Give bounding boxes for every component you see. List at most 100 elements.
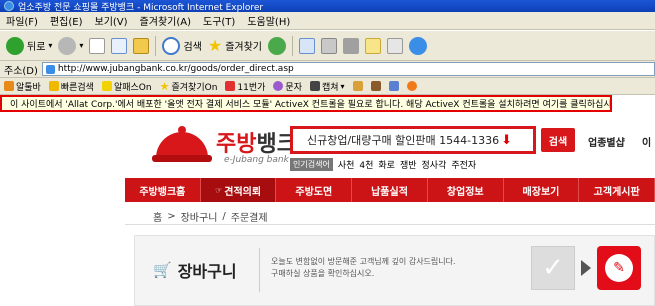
search-button[interactable]: 검색: [162, 36, 202, 55]
nav-home[interactable]: 주방뱅크홈: [125, 178, 201, 202]
menu-edit[interactable]: 편집(E): [50, 13, 83, 28]
breadcrumb-home[interactable]: 홈: [153, 209, 162, 224]
favorites-label: 즐겨찾기: [225, 42, 262, 53]
checkmark-icon: ✓: [531, 246, 575, 290]
capture-dropdown-icon[interactable]: ▾: [341, 82, 345, 91]
address-input[interactable]: http://www.jubangbank.co.kr/goods/order_…: [41, 62, 655, 76]
link-label: 빠른검색: [60, 82, 94, 93]
site-search-input[interactable]: 신규창업/대량구매 할인판매 1544-1336 ⬇: [290, 126, 536, 154]
stop-icon[interactable]: [89, 37, 106, 54]
link-sms[interactable]: 문자: [273, 80, 302, 93]
menu-bar: 파일(F) 편집(E) 보기(V) 즐겨찾기(A) 도구(T) 도움말(H): [0, 12, 655, 30]
link-capture[interactable]: 캡쳐 ▾: [309, 80, 345, 93]
discuss-icon[interactable]: [365, 37, 381, 54]
messenger-icon[interactable]: [409, 36, 427, 55]
breadcrumb-separator-icon: /: [222, 211, 226, 222]
search-promo-text: 신규창업/대량구매 할인판매 1544-1336: [307, 134, 500, 147]
window-title: 업소주방 전문 쇼핑몰 주방뱅크 - Microsoft Internet Ex…: [18, 2, 264, 13]
title-bar: 업소주방 전문 쇼핑몰 주방뱅크 - Microsoft Internet Ex…: [0, 0, 655, 13]
popular-label: 인기검색어: [290, 158, 333, 171]
menu-favorites[interactable]: 즐겨찾기(A): [140, 13, 191, 28]
link-quick-search[interactable]: 빠른검색: [48, 80, 94, 93]
menu-file[interactable]: 파일(F): [6, 13, 38, 28]
nav-board[interactable]: 고객게시판: [579, 178, 655, 202]
toolbar: 뒤로 ▾ ▾ 검색 ★ 즐겨찾기: [0, 31, 655, 61]
tool-icon[interactable]: [406, 81, 417, 91]
research-icon[interactable]: [387, 37, 403, 54]
order-pen-icon: ✎: [597, 246, 641, 290]
back-arrow-icon: [6, 36, 24, 55]
nav-quote[interactable]: ☞ 견적의뢰: [200, 178, 277, 202]
tool-icon[interactable]: [370, 81, 381, 91]
site-logo[interactable]: 주방뱅크 e-Jubang bank: [152, 122, 297, 168]
truncated-link[interactable]: 이: [642, 134, 651, 149]
11st-icon: [225, 81, 236, 91]
page-icon: [45, 64, 55, 74]
biz-shop-link[interactable]: 업종별샵: [588, 134, 625, 149]
favorites-button[interactable]: ★ 즐겨찾기: [208, 36, 262, 55]
links-bar: 알툴바 빠른검색 알패스On ★ 즐겨찾기On 11번가 문자 캡쳐 ▾: [0, 78, 655, 95]
menu-view[interactable]: 보기(V): [95, 13, 128, 28]
breadcrumb-checkout: 주문결제: [230, 213, 268, 224]
link-label: 즐겨찾기On: [171, 82, 218, 93]
breadcrumb-cart[interactable]: 장바구니: [181, 209, 218, 224]
cart-icon: 🛒: [153, 261, 172, 279]
popular-keyword[interactable]: 정사각: [422, 158, 447, 171]
mail-icon[interactable]: [299, 37, 315, 54]
popular-keyword[interactable]: 쟁반: [400, 158, 417, 171]
down-arrow-icon: ⬇: [501, 132, 513, 148]
forward-button[interactable]: ▾: [58, 36, 83, 55]
forward-dropdown-icon[interactable]: ▾: [79, 41, 83, 50]
link-label: 11번가: [237, 82, 266, 93]
print-icon[interactable]: [321, 37, 337, 54]
edit-icon[interactable]: [343, 37, 359, 54]
cart-title-text: 장바구니: [177, 262, 237, 281]
history-icon[interactable]: [268, 36, 286, 55]
back-dropdown-icon[interactable]: ▾: [48, 41, 52, 50]
toolbar-separator: [292, 35, 293, 56]
menu-tools[interactable]: 도구(T): [203, 13, 235, 28]
nav-stores[interactable]: 매장보기: [504, 178, 580, 202]
alpass-icon: [101, 81, 112, 91]
brand-red: 주방: [216, 132, 257, 157]
home-icon[interactable]: [133, 37, 150, 54]
cart-message: 오늘도 변함없이 방문해준 고객님께 깊이 감사드립니다. 구매하실 상품을 확…: [271, 256, 456, 280]
brand-subtitle: e-Jubang bank: [224, 155, 289, 165]
nav-quote-label: 견적의뢰: [224, 186, 262, 198]
cart-title: 🛒 장바구니: [153, 258, 237, 282]
popular-keyword[interactable]: 주전자: [451, 158, 476, 171]
step-arrow-icon: [581, 260, 591, 276]
link-label: 문자: [285, 82, 302, 93]
popular-keyword[interactable]: 사천: [338, 158, 355, 171]
nav-delivery[interactable]: 납품실적: [352, 178, 428, 202]
site-search-button[interactable]: 검색: [541, 128, 575, 152]
back-button[interactable]: 뒤로 ▾: [6, 36, 52, 55]
back-label: 뒤로: [27, 42, 46, 53]
page-content: 주방뱅크 e-Jubang bank 신규창업/대량구매 할인판매 1544-1…: [0, 112, 655, 306]
tool-icon[interactable]: [352, 81, 363, 91]
link-label: 캡쳐: [321, 82, 339, 93]
nav-drawings[interactable]: 주방도면: [276, 178, 353, 202]
pointer-icon: ☞: [215, 185, 223, 195]
sms-icon: [273, 81, 284, 91]
quick-search-icon: [48, 81, 59, 91]
link-label: 알툴바: [16, 82, 41, 93]
star-icon: ★: [207, 36, 223, 55]
activex-info-bar[interactable]: 이 사이트에서 'Allat Corp.'에서 배포한 '올앳 전자 결제 서비…: [0, 95, 612, 112]
link-alpass[interactable]: 알패스On: [101, 80, 152, 93]
popular-keyword[interactable]: 4천: [359, 158, 373, 171]
breadcrumb: 홈 > 장바구니 / 주문결제: [125, 209, 655, 225]
cart-message-line: 구매하실 상품을 확인하십시오.: [271, 269, 375, 278]
tool-icon[interactable]: [388, 81, 399, 91]
nav-startup[interactable]: 창업정보: [428, 178, 504, 202]
link-favorites-on[interactable]: ★ 즐겨찾기On: [160, 80, 218, 93]
ie-logo-icon: [4, 1, 14, 11]
info-bar-text: 이 사이트에서 'Allat Corp.'에서 배포한 '올앳 전자 결제 서비…: [10, 100, 612, 110]
cloche-icon: [152, 126, 212, 162]
breadcrumb-separator-icon: >: [167, 211, 176, 222]
link-altoolbar[interactable]: 알툴바: [4, 80, 41, 93]
refresh-icon[interactable]: [111, 37, 128, 54]
popular-keyword[interactable]: 화로: [378, 158, 395, 171]
link-11st[interactable]: 11번가: [225, 80, 265, 93]
menu-help[interactable]: 도움말(H): [247, 13, 290, 28]
